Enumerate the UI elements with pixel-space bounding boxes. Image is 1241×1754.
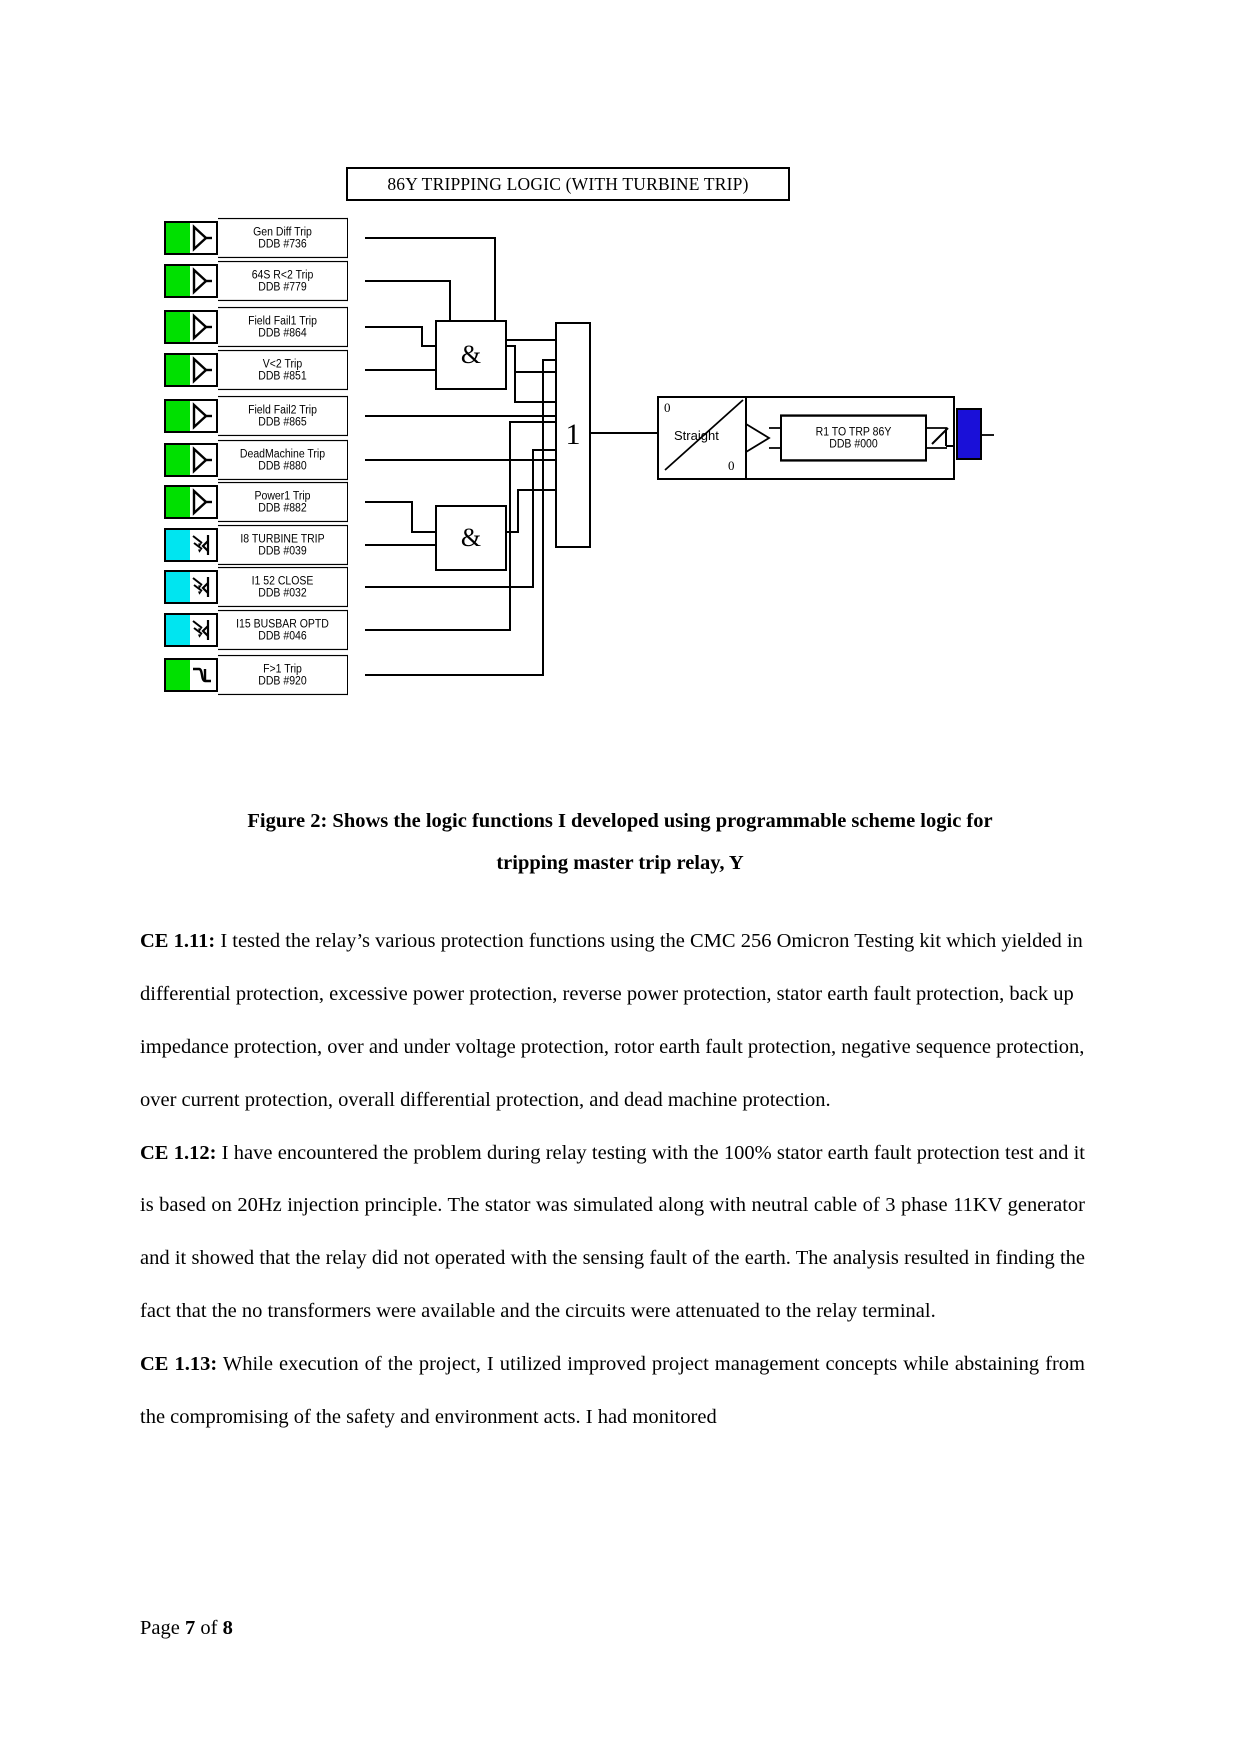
signal-label: 64S R<2 Trip DDB #779 xyxy=(218,260,348,302)
signal-label: I8 TURBINE TRIP DDB #039 xyxy=(218,524,348,566)
ce-1-11-text: I tested the relay’s various protection … xyxy=(140,930,1085,1111)
signal-row-9[interactable]: I15 BUSBAR OPTD DDB #046 xyxy=(164,609,348,651)
buffer-gate-icon xyxy=(190,353,218,387)
and-gate-lower-symbol: & xyxy=(460,523,482,552)
output-wire xyxy=(980,434,994,436)
signal-ddb: DDB #864 xyxy=(258,325,307,340)
figure-caption-line2: tripping master trip relay, Y xyxy=(496,852,744,875)
signal-state-swatch xyxy=(164,570,190,604)
signal-row-4[interactable]: Field Fail2 Trip DDB #865 xyxy=(164,395,348,437)
signal-state-swatch xyxy=(164,264,190,298)
or-gate-symbol: 1 xyxy=(565,418,581,451)
signal-state-swatch xyxy=(164,310,190,344)
signal-state-swatch xyxy=(164,443,190,477)
footer-total-pages: 8 xyxy=(222,1617,233,1639)
switch-mode-label: Straight xyxy=(674,428,719,443)
signal-label: Field Fail1 Trip DDB #864 xyxy=(218,306,348,348)
signal-ddb: DDB #736 xyxy=(258,236,307,251)
signal-state-swatch xyxy=(164,221,190,255)
signal-row-6[interactable]: Power1 Trip DDB #882 xyxy=(164,481,348,523)
signal-row-5[interactable]: DeadMachine Trip DDB #880 xyxy=(164,439,348,481)
footer-middle: of xyxy=(195,1617,223,1639)
opto-input-icon xyxy=(190,570,218,604)
signal-label: I15 BUSBAR OPTD DDB #046 xyxy=(218,609,348,651)
signal-label: Gen Diff Trip DDB #736 xyxy=(218,217,348,259)
signal-ddb: DDB #032 xyxy=(258,585,307,600)
output-relay-ddb: DDB #000 xyxy=(829,436,878,451)
signal-label: DeadMachine Trip DDB #880 xyxy=(218,439,348,481)
signal-state-swatch xyxy=(164,399,190,433)
page-footer: Page 7 of 8 xyxy=(140,1617,233,1640)
signal-state-swatch xyxy=(164,485,190,519)
buffer-gate-icon xyxy=(190,310,218,344)
signal-label: F>1 Trip DDB #920 xyxy=(218,654,348,696)
figure-caption-line1: Figure 2: Shows the logic functions I de… xyxy=(247,810,993,832)
buffer-gate-icon xyxy=(190,399,218,433)
buffer-gate-icon xyxy=(190,264,218,298)
footer-current-page: 7 xyxy=(184,1617,196,1639)
signal-row-8[interactable]: I1 52 CLOSE DDB #032 xyxy=(164,566,348,608)
signal-label: Field Fail2 Trip DDB #865 xyxy=(218,395,348,437)
ce-1-11-label: CE 1.11: xyxy=(140,930,216,952)
timer-gate-icon xyxy=(190,658,218,692)
footer-prefix: Page xyxy=(140,1617,185,1639)
signal-row-0[interactable]: Gen Diff Trip DDB #736 xyxy=(164,217,348,259)
signal-row-3[interactable]: V<2 Trip DDB #851 xyxy=(164,349,348,391)
switch-top-value: 0 xyxy=(664,400,671,415)
signal-label: I1 52 CLOSE DDB #032 xyxy=(218,566,348,608)
signal-ddb: DDB #779 xyxy=(258,279,307,294)
ce-1-13-text: While execution of the project, I utiliz… xyxy=(140,1353,1085,1428)
buffer-gate-icon xyxy=(190,443,218,477)
signal-ddb: DDB #851 xyxy=(258,368,307,383)
paragraph-ce-1-13: CE 1.13: While execution of the project,… xyxy=(140,1338,1085,1444)
paragraph-ce-1-11: CE 1.11: I tested the relay’s various pr… xyxy=(140,915,1085,1127)
opto-input-icon xyxy=(190,613,218,647)
signal-label: Power1 Trip DDB #882 xyxy=(218,481,348,523)
signal-ddb: DDB #865 xyxy=(258,414,307,429)
figure-logic-diagram: 86Y TRIPPING LOGIC (WITH TURBINE TRIP) G… xyxy=(150,150,994,710)
document-page: 86Y TRIPPING LOGIC (WITH TURBINE TRIP) G… xyxy=(0,0,1241,1754)
output-state-chip xyxy=(956,408,982,460)
signal-label: V<2 Trip DDB #851 xyxy=(218,349,348,391)
signal-ddb: DDB #046 xyxy=(258,628,307,643)
signal-ddb: DDB #880 xyxy=(258,458,307,473)
signal-state-swatch xyxy=(164,528,190,562)
buffer-gate-icon xyxy=(190,221,218,255)
signal-state-swatch xyxy=(164,613,190,647)
signal-row-1[interactable]: 64S R<2 Trip DDB #779 xyxy=(164,260,348,302)
buffer-gate-icon xyxy=(190,485,218,519)
and-gate-upper[interactable]: & xyxy=(435,320,507,390)
relay-contact-icon xyxy=(931,427,954,447)
signal-ddb: DDB #920 xyxy=(258,673,307,688)
signal-ddb: DDB #039 xyxy=(258,543,307,558)
signal-row-7[interactable]: I8 TURBINE TRIP DDB #039 xyxy=(164,524,348,566)
ce-1-13-label: CE 1.13: xyxy=(140,1353,218,1375)
or-gate-main[interactable]: 1 xyxy=(555,322,591,548)
body-text: CE 1.11: I tested the relay’s various pr… xyxy=(140,915,1085,1444)
and-gate-upper-symbol: & xyxy=(460,340,482,369)
output-relay-label: R1 TO TRP 86Y DDB #000 xyxy=(780,414,927,462)
ce-1-12-label: CE 1.12: xyxy=(140,1141,217,1164)
signal-row-10[interactable]: F>1 Trip DDB #920 xyxy=(164,654,348,696)
signal-row-2[interactable]: Field Fail1 Trip DDB #864 xyxy=(164,306,348,348)
switch-bottom-value: 0 xyxy=(728,458,735,473)
paragraph-ce-1-12: CE 1.12: I have encountered the problem … xyxy=(140,1127,1085,1339)
signal-state-swatch xyxy=(164,353,190,387)
signal-ddb: DDB #882 xyxy=(258,500,307,515)
opto-input-icon xyxy=(190,528,218,562)
ce-1-12-text: I have encountered the problem during re… xyxy=(140,1141,1085,1323)
figure-caption: Figure 2: Shows the logic functions I de… xyxy=(140,800,1100,885)
signal-state-swatch xyxy=(164,658,190,692)
and-gate-lower[interactable]: & xyxy=(435,505,507,571)
